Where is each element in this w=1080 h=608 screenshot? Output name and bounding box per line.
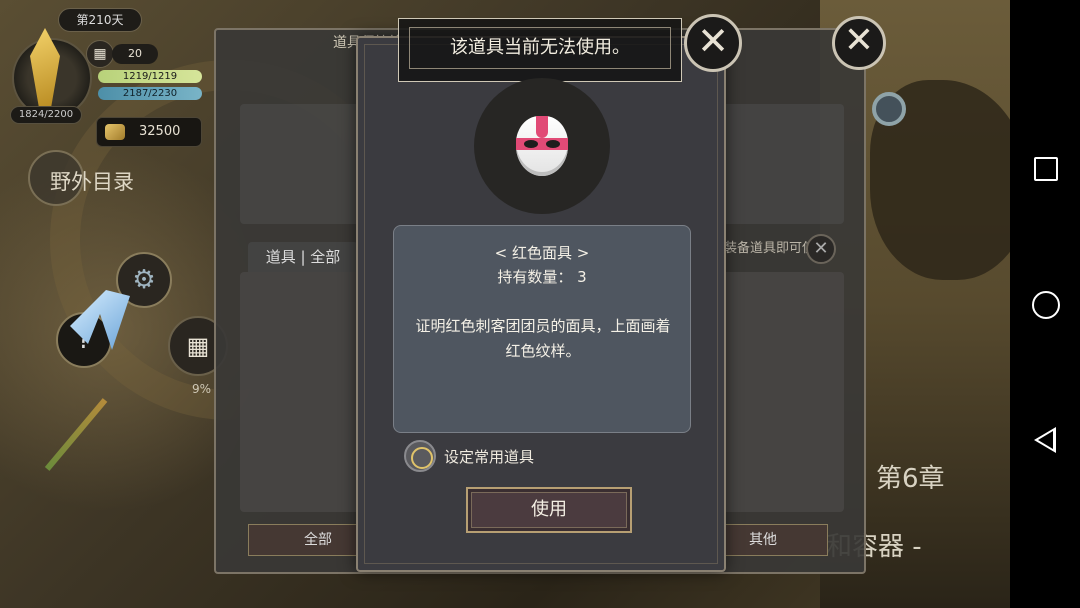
hp-bar: 1219/1219	[98, 70, 202, 83]
field-menu-label: 野外目录	[50, 170, 134, 194]
recent-apps-icon[interactable]	[1034, 157, 1058, 181]
mask-right-eye	[546, 140, 560, 148]
calendar-icon[interactable]: ▦	[86, 40, 114, 68]
item-description: 证明红色刺客团团员的面具，上面画着红色纹样。	[415, 317, 671, 360]
close-icon[interactable]: ✕	[832, 16, 886, 70]
chapter-title: 第6章	[876, 464, 945, 494]
use-button[interactable]: 使用	[466, 487, 632, 533]
settings-gear-icon[interactable]	[872, 92, 906, 126]
red-mask-icon	[516, 116, 568, 176]
day-counter: 第210天	[58, 8, 142, 32]
crystal-count: 1824/2200	[10, 106, 82, 124]
tab-items-all[interactable]: 道具 | 全部	[248, 242, 358, 272]
favorite-label: 设定常用道具	[444, 448, 535, 466]
home-icon[interactable]	[1032, 291, 1060, 319]
favorite-checkbox[interactable]	[404, 440, 436, 472]
mask-left-eye	[524, 140, 538, 148]
gold-counter: 32500	[96, 117, 202, 147]
item-quantity: 持有数量： 3	[394, 266, 690, 287]
staff-item[interactable]	[44, 398, 146, 480]
close-icon[interactable]: ✕	[684, 14, 742, 72]
close-icon[interactable]: ✕	[806, 234, 836, 264]
notice-text: 该道具当前无法使用。	[409, 27, 671, 69]
notice-banner: 该道具当前无法使用。	[398, 18, 682, 82]
level-badge: 20	[112, 44, 158, 64]
sp-bar: 2187/2230	[98, 87, 202, 100]
quantity-value: 3	[577, 268, 587, 286]
gold-coin-icon	[105, 124, 125, 140]
item-description-box: < 红色面具 > 持有数量： 3 证明红色刺客团团员的面具，上面画着红色纹样。	[393, 225, 691, 433]
gold-value: 32500	[139, 124, 181, 139]
back-icon[interactable]	[1034, 427, 1056, 453]
progress-percent: 9%	[192, 382, 212, 396]
quantity-label: 持有数量：	[497, 268, 573, 286]
system-nav-bar	[1010, 0, 1080, 608]
mask-stripe	[536, 116, 548, 138]
item-name: < 红色面具 >	[494, 244, 590, 262]
